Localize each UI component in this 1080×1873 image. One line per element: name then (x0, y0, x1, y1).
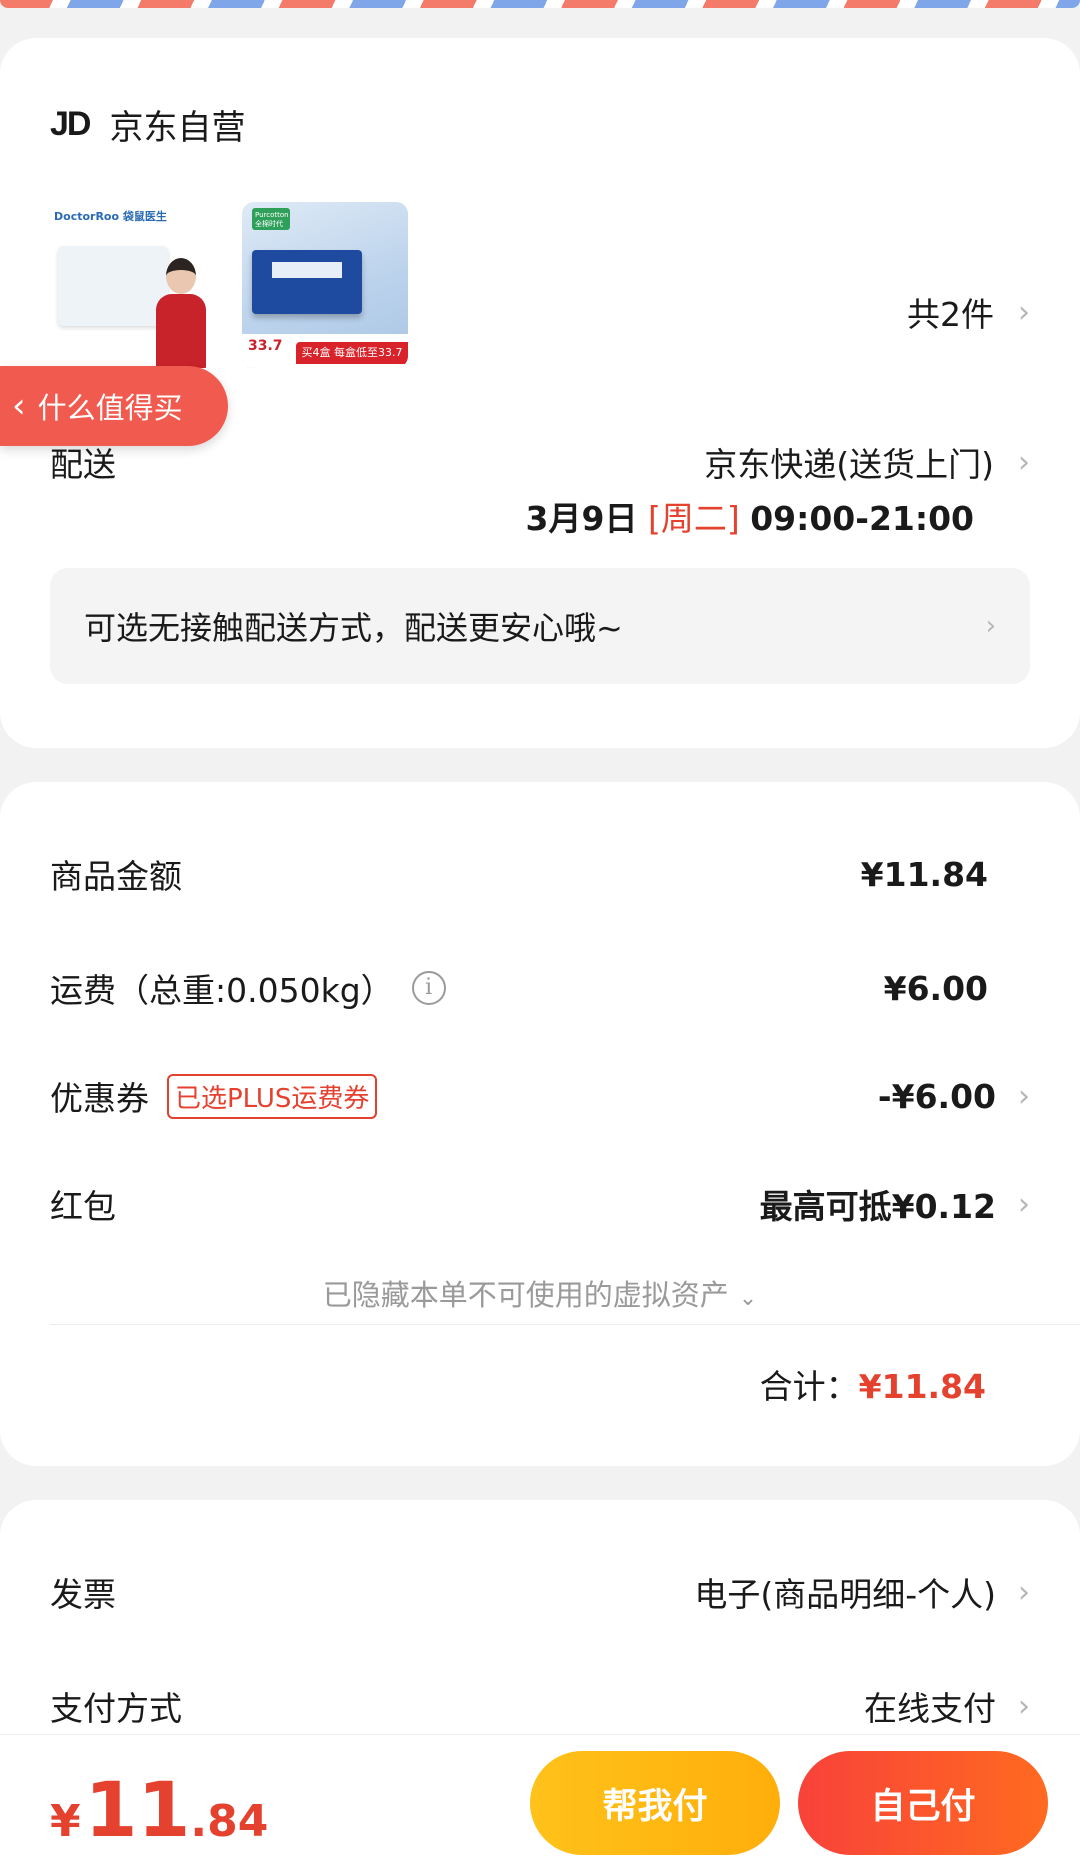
chevron-right-icon: › (1018, 1078, 1030, 1114)
help-pay-button[interactable]: 帮我付 (530, 1751, 780, 1855)
price-integer: 11 (84, 1765, 191, 1854)
product-thumbnail[interactable]: Purcotton 全棉时代 33.7 买4盒 每盒低至33.7 (242, 202, 408, 368)
plus-coupon-badge: 已选PLUS运费券 (167, 1073, 378, 1119)
brand-tag: Purcotton 全棉时代 (252, 208, 290, 230)
goods-amount-label: 商品金额 (50, 857, 182, 896)
hidden-assets-text: 已隐藏本单不可使用的虚拟资产 (322, 1278, 729, 1312)
delivery-weekday: [周二] (647, 499, 740, 538)
shop-name: 京东自营 (109, 108, 246, 148)
delivery-method-link[interactable]: 京东快递(送货上门) › (704, 438, 1030, 486)
item-count: 共2件 (907, 295, 994, 334)
back-tag-label: 什么值得买 (37, 391, 183, 425)
delivery-method: 京东快递(送货上门) (704, 445, 994, 484)
chevron-left-icon: ‹ (12, 386, 26, 426)
payment-method-row[interactable]: 支付方式 在线支付 › (50, 1682, 1030, 1730)
shop-header: JD 京东自营 (50, 100, 245, 149)
product-price: 33.7 (248, 338, 283, 354)
chevron-right-icon: › (1018, 1688, 1030, 1724)
invoice-row[interactable]: 发票 电子(商品明细-个人) › (50, 1568, 1030, 1616)
order-total: 合计：¥11.84 (760, 1360, 986, 1408)
chevron-right-icon: › (1018, 444, 1030, 480)
red-packet-row[interactable]: 红包 最高可抵¥0.12 › (50, 1180, 1030, 1228)
footer-total-price: ¥ 11 .84 (50, 1765, 268, 1854)
divider (50, 1324, 1080, 1325)
product-promo-strip: 33.7 买4盒 每盒低至33.7 (242, 334, 408, 368)
chevron-right-icon: › (1018, 1574, 1030, 1610)
product-brand-label: DoctorRoo 袋鼠医生 (54, 210, 167, 223)
price-decimal: .84 (190, 1796, 269, 1847)
contactless-delivery-notice[interactable]: 可选无接触配送方式，配送更安心哦~ › (50, 568, 1030, 684)
shipping-label: 运费（总重:0.050kg） (50, 971, 394, 1010)
coupon-value: -¥6.00 (877, 1076, 996, 1116)
spokesperson-image (154, 258, 208, 368)
chevron-right-icon: › (1018, 1186, 1030, 1222)
goods-amount-value: ¥11.84 (860, 854, 988, 894)
chevron-down-icon: ⌄ (738, 1286, 758, 1311)
red-packet-value: 最高可抵¥0.12 (759, 1187, 996, 1226)
red-packet-label: 红包 (50, 1187, 116, 1226)
shipping-row: 运费（总重:0.050kg） i ¥6.00 (50, 964, 1030, 1012)
item-count-link[interactable]: 共2件 › (907, 288, 1030, 336)
jd-logo: JD (50, 105, 91, 143)
chevron-right-icon: › (1018, 294, 1030, 330)
shipping-value: ¥6.00 (883, 968, 988, 1008)
checkout-bar: ¥ 11 .84 帮我付 自己付 (0, 1734, 1080, 1873)
total-value: ¥11.84 (858, 1367, 986, 1406)
payment-method-label: 支付方式 (50, 1689, 182, 1728)
airmail-border (0, 0, 1080, 8)
invoice-label: 发票 (50, 1575, 116, 1614)
product-box-image (252, 250, 362, 314)
delivery-time[interactable]: 3月9日 [周二] 09:00-21:00 (526, 492, 974, 540)
coupon-label: 优惠券 (50, 1079, 149, 1118)
goods-amount-row: 商品金额 ¥11.84 (50, 850, 1030, 898)
self-pay-button[interactable]: 自己付 (798, 1751, 1048, 1855)
delivery-hours: 09:00-21:00 (750, 499, 974, 538)
payment-method-value: 在线支付 (864, 1689, 996, 1728)
wipes-pack-image (58, 246, 168, 326)
info-icon[interactable]: i (411, 971, 446, 1005)
product-thumbnail[interactable]: DoctorRoo 袋鼠医生 (50, 202, 216, 368)
notice-text: 可选无接触配送方式，配送更安心哦~ (84, 609, 623, 647)
currency-symbol: ¥ (50, 1796, 81, 1847)
coupon-row[interactable]: 优惠券 已选PLUS运费券 -¥6.00 › (50, 1072, 1030, 1120)
hidden-assets-toggle[interactable]: 已隐藏本单不可使用的虚拟资产 ⌄ (0, 1272, 1080, 1314)
delivery-date: 3月9日 (525, 499, 638, 538)
product-promo: 买4盒 每盒低至33.7 (296, 342, 408, 364)
total-label: 合计： (759, 1367, 859, 1406)
smzdm-back-tag[interactable]: ‹ 什么值得买 (0, 366, 228, 446)
invoice-value: 电子(商品明细-个人) (694, 1575, 996, 1614)
chevron-right-icon: › (985, 611, 996, 641)
